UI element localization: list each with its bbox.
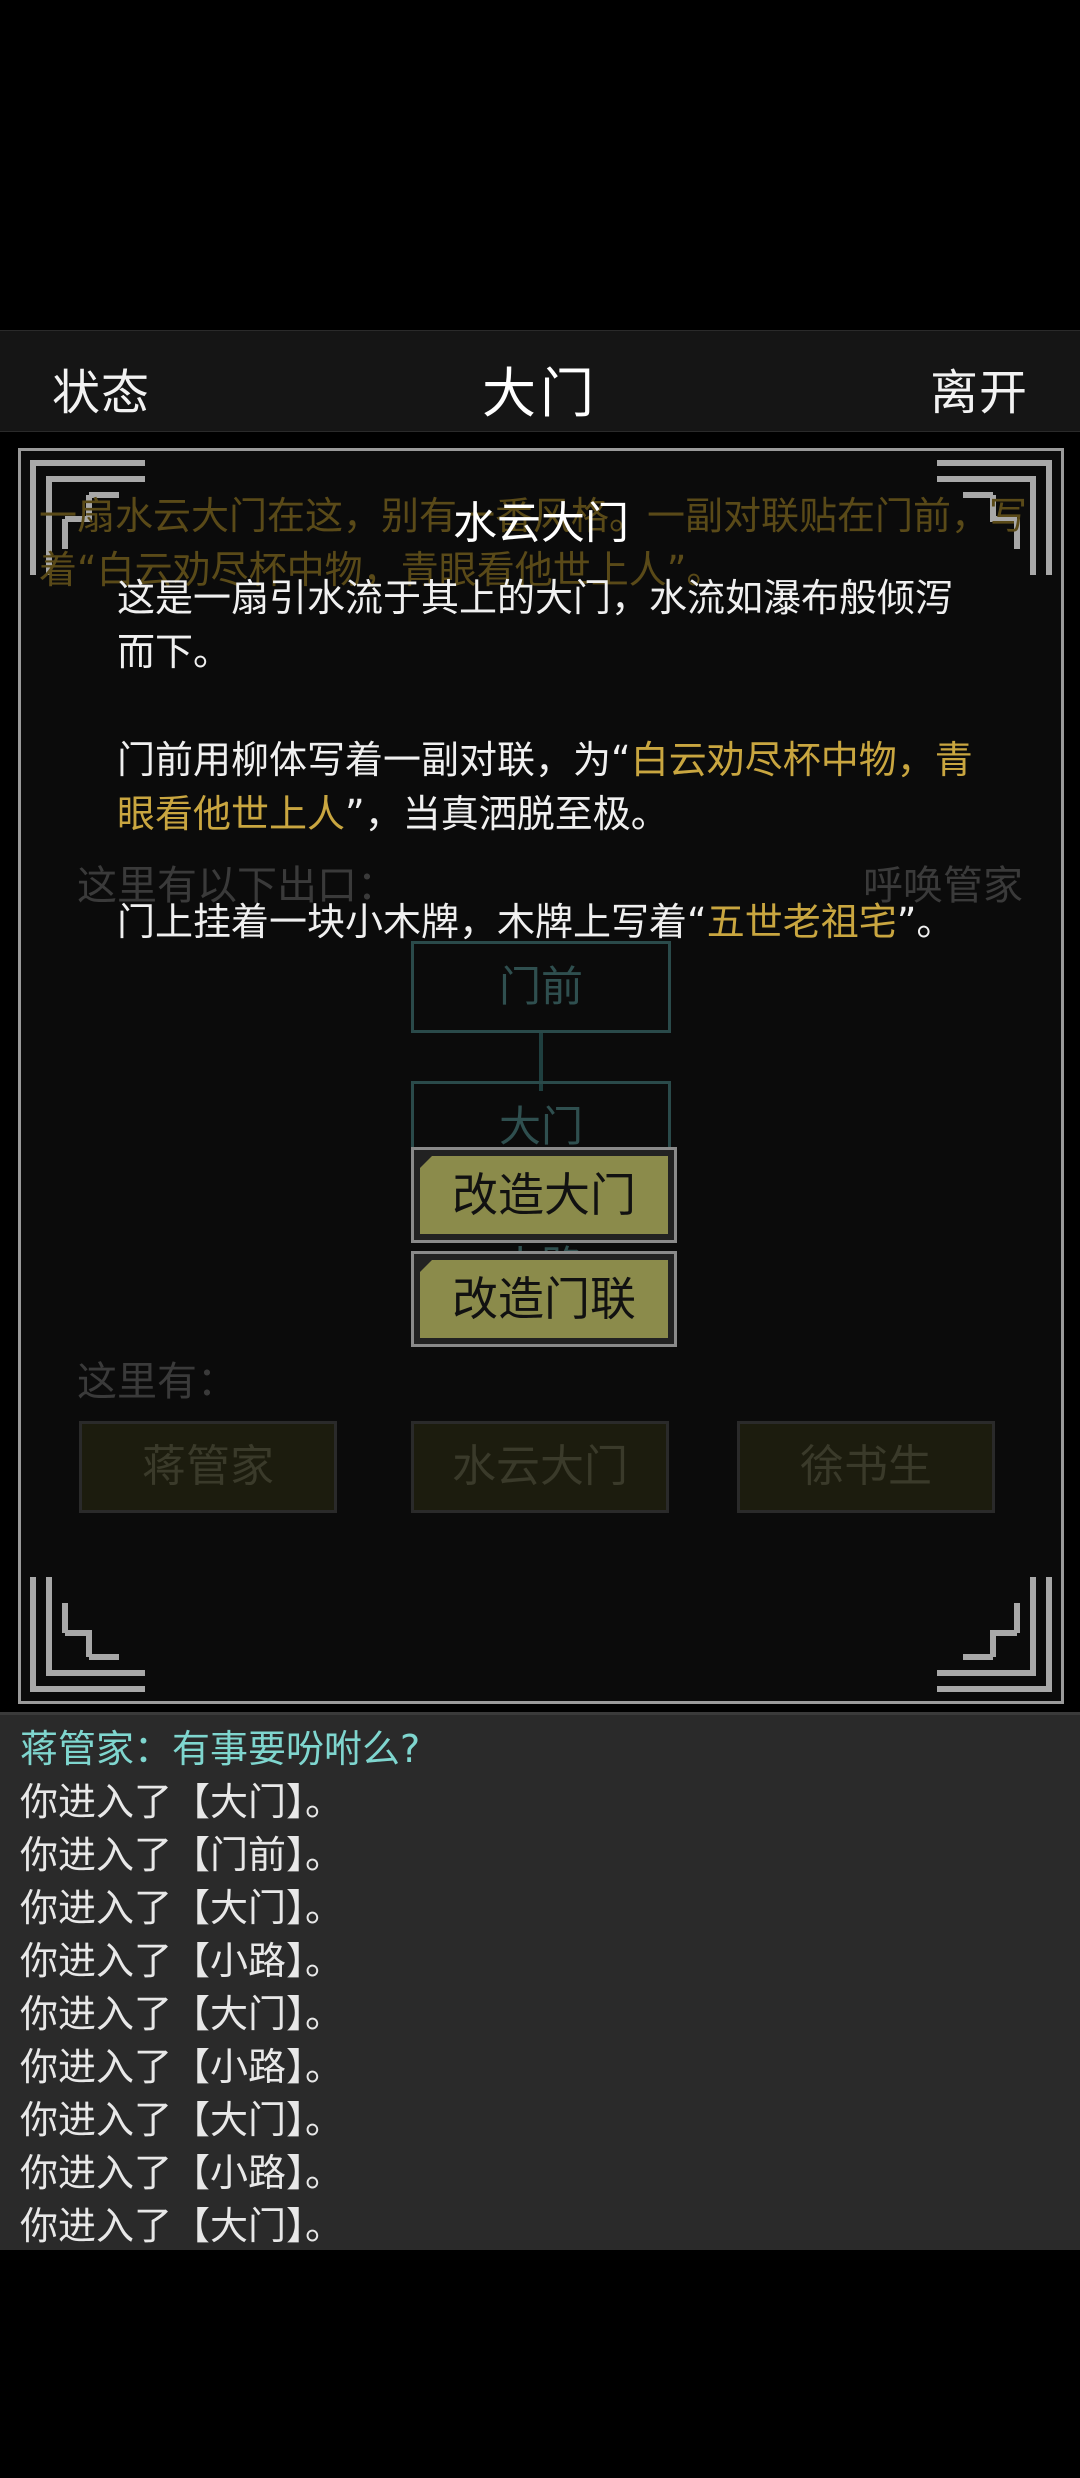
- log-line: 你进入了【大门】。: [20, 2204, 344, 2248]
- log-line: 你进入了【大门】。: [20, 2098, 344, 2142]
- modal-title: 水云大门: [453, 498, 629, 549]
- npc-button[interactable]: 徐书生: [737, 1421, 995, 1513]
- top-bar: 状态 大门 离开: [0, 330, 1080, 432]
- modal-paragraph: 门前用柳体写着一副对联，为“白云劝尽杯中物，青眼看他世上人”，当真洒脱至极。: [117, 738, 973, 836]
- log-line: 蒋管家：有事要吩咐么?: [20, 1727, 421, 1771]
- leave-button[interactable]: 离开: [930, 353, 1028, 423]
- log-line: 你进入了【小路】。: [20, 2045, 344, 2089]
- log-line: 你进入了【大门】。: [20, 1886, 344, 1930]
- message-log[interactable]: 蒋管家：有事要吩咐么? 你进入了【大门】。 你进入了【门前】。 你进入了【大门】…: [0, 1712, 1080, 2250]
- npc-button[interactable]: 水云大门: [411, 1421, 669, 1513]
- room-panel: 一扇水云大门在这，别有一番风格。一副对联贴在门前，写着“白云劝尽杯中物，青眼看他…: [18, 448, 1064, 1704]
- modify-gate-button[interactable]: 改造大门: [411, 1147, 677, 1243]
- log-line: 你进入了【门前】。: [20, 1833, 344, 1877]
- page-title: 大门: [482, 362, 598, 425]
- log-line: 你进入了【小路】。: [20, 2151, 344, 2195]
- log-line: 你进入了【大门】。: [20, 1992, 344, 2036]
- here-label: 这里有：: [77, 1359, 237, 1405]
- modal-paragraph: 门上挂着一块小木牌，木牌上写着“五世老祖宅”。: [117, 900, 955, 944]
- npc-button[interactable]: 蒋管家: [79, 1421, 337, 1513]
- corner-ornament-icon: [933, 1573, 1053, 1693]
- log-line: 你进入了【大门】。: [20, 1780, 344, 1824]
- modal-paragraph: 这是一扇引水流于其上的大门，水流如瀑布般倾泻而下。: [117, 576, 954, 674]
- plaque-text: 五世老祖宅: [706, 900, 897, 944]
- modal-body: 这是一扇引水流于其上的大门，水流如瀑布般倾泻而下。 门前用柳体写着一副对联，为“…: [117, 571, 987, 1003]
- log-line: 你进入了【小路】。: [20, 1939, 344, 1983]
- corner-ornament-icon: [29, 1573, 149, 1693]
- modify-couplet-label: 改造门联: [420, 1260, 668, 1338]
- modify-gate-label: 改造大门: [420, 1156, 668, 1234]
- modify-couplet-button[interactable]: 改造门联: [411, 1251, 677, 1347]
